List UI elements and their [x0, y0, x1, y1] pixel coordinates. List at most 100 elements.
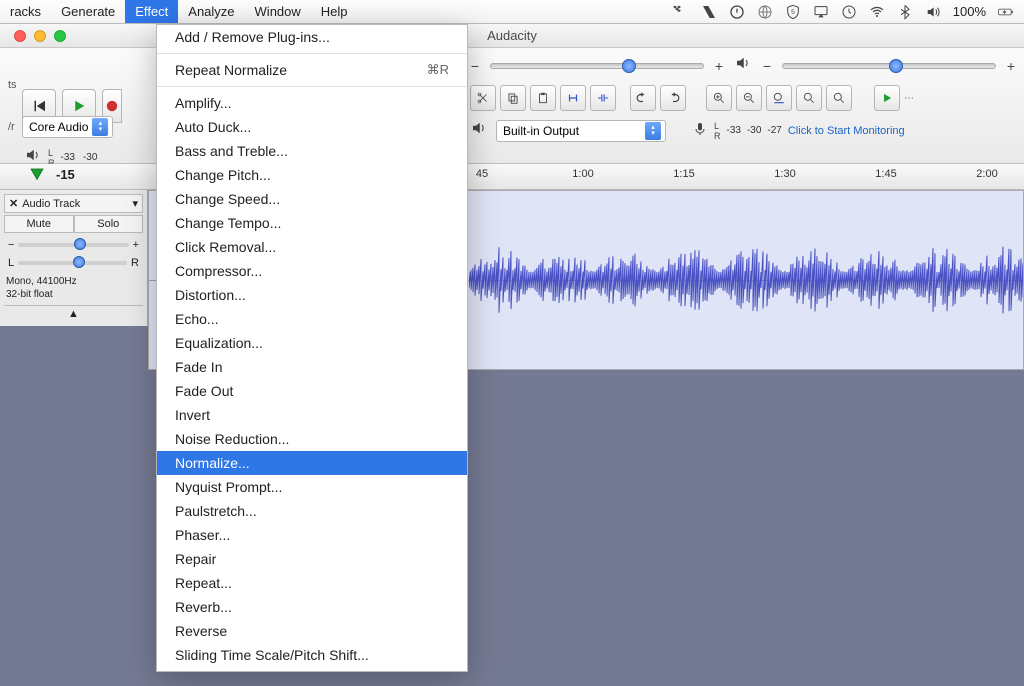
effect-item-reverse[interactable]: Reverse [157, 619, 467, 643]
effect-item-phaser[interactable]: Phaser... [157, 523, 467, 547]
record-volume-slider[interactable] [782, 63, 996, 69]
menu-generate[interactable]: Generate [51, 0, 125, 23]
main-toolbar: ts/r Core Audio − + − + [0, 48, 1024, 164]
effect-item-normalize[interactable]: Normalize... [157, 451, 467, 475]
effect-item-repeat[interactable]: Repeat... [157, 571, 467, 595]
menu-racks[interactable]: racks [0, 0, 51, 23]
effect-item-equalization[interactable]: Equalization... [157, 331, 467, 355]
effect-item-paulstretch[interactable]: Paulstretch... [157, 499, 467, 523]
menu-window[interactable]: Window [245, 0, 311, 23]
ruler-tick: 1:45 [875, 168, 896, 180]
pan-slider[interactable] [18, 261, 127, 265]
recording-meter[interactable]: L R -33-30-27 Click to Start Monitoring [692, 121, 905, 141]
effect-item-sliding-time-scale-pitch-shift[interactable]: Sliding Time Scale/Pitch Shift... [157, 643, 467, 667]
menu-help[interactable]: Help [311, 0, 358, 23]
play-at-speed-button[interactable] [874, 85, 900, 111]
meter-l-label: L [714, 121, 721, 131]
redo-button[interactable] [660, 85, 686, 111]
close-window[interactable] [14, 30, 26, 42]
menu-analyze[interactable]: Analyze [178, 0, 244, 23]
ruler-tick: 2:00 [976, 168, 997, 180]
output-device-select[interactable]: Built-in Output [496, 120, 666, 142]
effect-item-bass-and-treble[interactable]: Bass and Treble... [157, 139, 467, 163]
effect-item-distortion[interactable]: Distortion... [157, 283, 467, 307]
shield-icon: 5 [785, 4, 801, 20]
effect-item-fade-out[interactable]: Fade Out [157, 379, 467, 403]
microphone-icon [692, 121, 708, 140]
ruler-tick: 1:00 [572, 168, 593, 180]
window-title: Audacity [487, 28, 537, 43]
effect-item-fade-in[interactable]: Fade In [157, 355, 467, 379]
gain-plus: + [133, 239, 139, 251]
effect-item-nyquist-prompt[interactable]: Nyquist Prompt... [157, 475, 467, 499]
db-mark: -30 [83, 152, 97, 163]
meter-l-label: L [48, 148, 55, 158]
effect-item-amplify[interactable]: Amplify... [157, 91, 467, 115]
effect-item-echo[interactable]: Echo... [157, 307, 467, 331]
close-track-button[interactable]: ✕ [9, 197, 18, 210]
menu-separator [157, 86, 467, 87]
speaker-icon [470, 119, 488, 142]
svg-text:5: 5 [791, 9, 795, 16]
trim-button[interactable] [560, 85, 586, 111]
effect-item-change-speed[interactable]: Change Speed... [157, 187, 467, 211]
zoom-toggle-button[interactable] [826, 85, 852, 111]
wifi-icon [869, 4, 885, 20]
track-bitdepth-info: 32-bit float [6, 288, 141, 301]
battery-icon [998, 4, 1014, 20]
effect-item-change-pitch[interactable]: Change Pitch... [157, 163, 467, 187]
audio-host-select[interactable]: Core Audio [22, 116, 113, 138]
system-menubar: racksGenerateEffectAnalyzeWindowHelp 5 1… [0, 0, 1024, 24]
collapse-track-button[interactable]: ▲ [4, 305, 143, 322]
effect-item-add-remove-plug-ins[interactable]: Add / Remove Plug-ins... [157, 25, 467, 49]
cursor-position: -15 [56, 167, 75, 182]
volume-icon [925, 4, 941, 20]
effect-item-auto-duck[interactable]: Auto Duck... [157, 115, 467, 139]
battery-percent: 100% [953, 4, 986, 19]
minimize-window[interactable] [34, 30, 46, 42]
minus-icon: − [470, 58, 480, 74]
tracks-area: ✕ Audio Track ▾ Mute Solo − + L R [0, 190, 1024, 686]
shortcut-label: ⌘R [427, 62, 449, 78]
start-monitoring-link[interactable]: Click to Start Monitoring [788, 125, 905, 137]
system-status-icons: 5 100% [673, 4, 1024, 20]
effect-item-reverb[interactable]: Reverb... [157, 595, 467, 619]
paste-button[interactable] [530, 85, 556, 111]
audio-host-label: Core Audio [29, 120, 88, 134]
vpn-icon [701, 4, 717, 20]
zoom-in-button[interactable] [706, 85, 732, 111]
gain-slider[interactable] [18, 243, 128, 247]
meter-r-label: R [714, 131, 721, 141]
playback-volume-slider[interactable] [490, 63, 704, 69]
cut-button[interactable] [470, 85, 496, 111]
pan-r: R [131, 257, 139, 269]
copy-button[interactable] [500, 85, 526, 111]
timeline-ruler[interactable]: -15 451:001:151:301:452:00 [0, 164, 1024, 190]
traffic-lights[interactable] [0, 30, 66, 42]
timemachine-icon [841, 4, 857, 20]
pan-l: L [8, 257, 14, 269]
effect-item-noise-reduction[interactable]: Noise Reduction... [157, 427, 467, 451]
db-mark: -27 [767, 125, 781, 136]
silence-button[interactable] [590, 85, 616, 111]
chevron-updown-icon [92, 118, 108, 136]
track-menu-button[interactable]: ▾ [132, 197, 138, 210]
effect-item-repeat-normalize[interactable]: Repeat Normalize⌘R [157, 58, 467, 82]
track-control-panel: ✕ Audio Track ▾ Mute Solo − + L R [0, 190, 148, 326]
globe-icon [757, 4, 773, 20]
mute-button[interactable]: Mute [4, 215, 74, 233]
zoom-window[interactable] [54, 30, 66, 42]
zoom-out-button[interactable] [736, 85, 762, 111]
effect-item-change-tempo[interactable]: Change Tempo... [157, 211, 467, 235]
fit-selection-button[interactable] [766, 85, 792, 111]
effect-item-compressor[interactable]: Compressor... [157, 259, 467, 283]
fit-project-button[interactable] [796, 85, 822, 111]
effect-item-repair[interactable]: Repair [157, 547, 467, 571]
effect-item-invert[interactable]: Invert [157, 403, 467, 427]
undo-button[interactable] [630, 85, 656, 111]
menu-effect[interactable]: Effect [125, 0, 178, 23]
menu-separator [157, 53, 467, 54]
effect-item-click-removal[interactable]: Click Removal... [157, 235, 467, 259]
solo-button[interactable]: Solo [74, 215, 144, 233]
playhead-marker-icon[interactable] [28, 166, 46, 187]
